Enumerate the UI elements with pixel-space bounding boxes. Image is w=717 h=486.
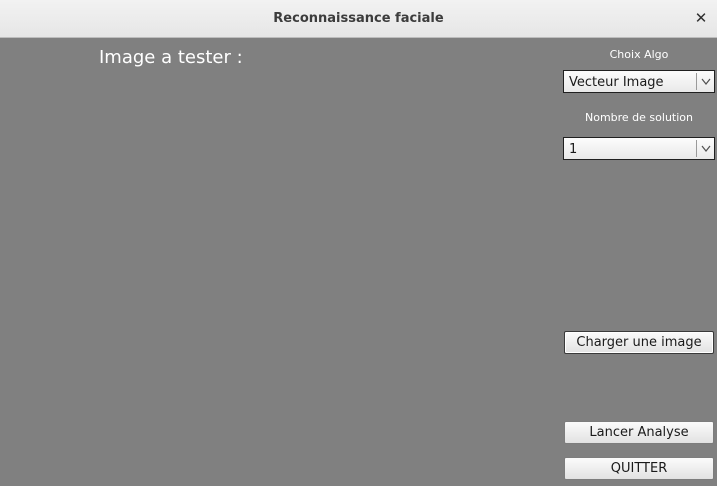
algo-choice-label: Choix Algo [609, 48, 669, 61]
chevron-down-icon[interactable] [696, 140, 714, 157]
window-title: Reconnaissance faciale [273, 11, 444, 26]
load-image-button[interactable]: Charger une image [564, 331, 714, 354]
solution-count-select[interactable]: 1 [563, 137, 715, 160]
solution-count-value: 1 [569, 142, 578, 157]
algo-select-value: Vecteur Image [569, 75, 664, 90]
algo-select[interactable]: Vecteur Image [563, 70, 715, 93]
run-analysis-button[interactable]: Lancer Analyse [564, 421, 714, 444]
close-icon[interactable]: ✕ [693, 9, 709, 27]
app-window: Reconnaissance faciale ✕ Image a tester … [0, 0, 717, 486]
solution-count-label: Nombre de solution [584, 111, 693, 124]
title-bar[interactable]: Reconnaissance faciale ✕ [0, 0, 717, 38]
quit-button[interactable]: QUITTER [564, 457, 714, 480]
image-to-test-label: Image a tester : [99, 47, 243, 68]
chevron-down-icon[interactable] [696, 73, 714, 90]
